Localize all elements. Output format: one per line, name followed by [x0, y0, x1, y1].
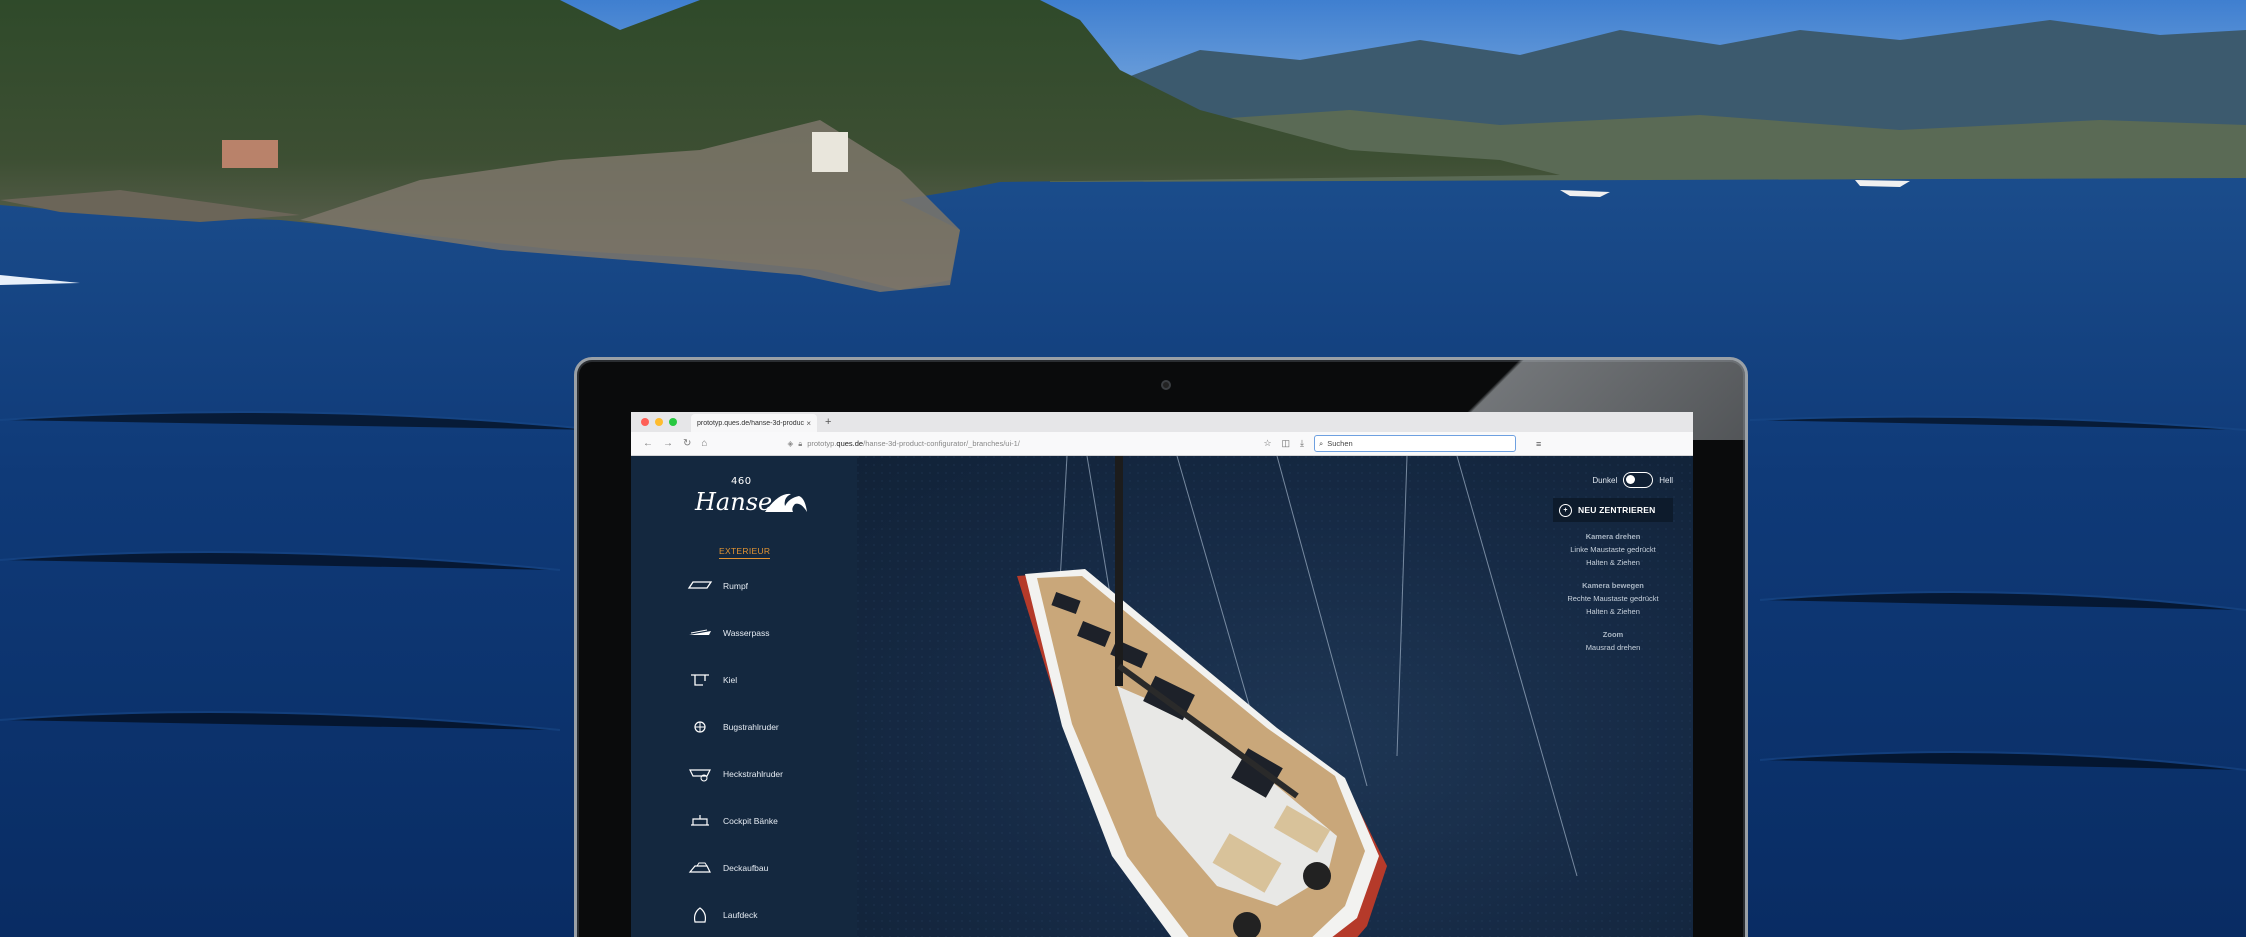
sidebar-item[interactable]: Bugstrahlruder	[687, 719, 779, 735]
url-text: prototyp.ques.de/hanse-3d-product-config…	[807, 439, 1020, 448]
stern-thruster-icon	[687, 766, 713, 782]
address-bar[interactable]: ◈ 🔒︎ prototyp.ques.de/hanse-3d-product-c…	[787, 439, 1257, 449]
sidebar-item-label: Kiel	[723, 675, 738, 685]
help-line: Linke Maustaste gedrückt	[1570, 545, 1656, 554]
waterline-icon	[687, 625, 713, 641]
logo-wordmark: Hanse	[695, 488, 773, 516]
bow-thruster-icon	[687, 719, 713, 735]
back-icon[interactable]: ←	[643, 438, 653, 449]
sidebar-item[interactable]: Cockpit Bänke	[687, 813, 778, 829]
search-icon: ⌕	[1319, 438, 1324, 448]
section-exterieur[interactable]: EXTERIEUR	[719, 546, 770, 559]
help-title: Zoom	[1602, 630, 1624, 639]
browser-tab[interactable]: prototyp.ques.de/hanse-3d-produc ×	[691, 414, 817, 432]
deck-structure-icon	[687, 860, 713, 876]
laptop-screen: prototyp.ques.de/hanse-3d-produc × + ← →…	[631, 412, 1693, 937]
browser-toolbar: ← → ↻ ⌂ ◈ 🔒︎ prototyp.ques.de/hanse-3d-p…	[631, 432, 1693, 456]
laptop-frame: prototyp.ques.de/hanse-3d-produc × + ← →…	[574, 357, 1748, 937]
keel-icon	[687, 672, 713, 688]
configurator-app: 460 Hanse EXTERIEUR Rumpf Wasserpass Kiel B…	[631, 456, 1693, 937]
sidebar-item[interactable]: Laufdeck	[687, 907, 758, 923]
hamburger-menu-icon[interactable]: ≡	[1536, 439, 1541, 449]
sidebar-item-label: Laufdeck	[723, 910, 758, 920]
help-line: Mausrad drehen	[1585, 643, 1641, 652]
help-line: Halten & Ziehen	[1586, 607, 1640, 616]
tab-close-icon[interactable]: ×	[806, 419, 811, 428]
hull-icon	[687, 578, 713, 594]
sidebar-item-label: Bugstrahlruder	[723, 722, 779, 732]
sidebar-item-label: Deckaufbau	[723, 863, 769, 873]
close-window-icon[interactable]	[641, 418, 649, 426]
sidebar-item[interactable]: Rumpf	[687, 578, 748, 594]
search-placeholder: Suchen	[1327, 439, 1353, 448]
help-line: Rechte Maustaste gedrückt	[1567, 594, 1659, 603]
shield-icon: ◈	[787, 439, 794, 448]
model-number: 460	[731, 476, 752, 487]
theme-switch[interactable]	[1623, 472, 1654, 488]
crosshair-icon: +	[1559, 503, 1572, 517]
help-line: Halten & Ziehen	[1586, 558, 1640, 567]
camera-help: Kamera drehen Linke Maustaste gedrückt H…	[1553, 530, 1673, 654]
bookmark-star-icon[interactable]: ☆	[1263, 438, 1271, 449]
sidebar-item-label: Cockpit Bänke	[723, 816, 778, 826]
cockpit-bench-icon	[687, 813, 713, 829]
help-title: Kamera bewegen	[1582, 581, 1644, 590]
download-icon[interactable]: ⤓	[1300, 438, 1304, 449]
page-stage: prototyp.ques.de/hanse-3d-produc × + ← →…	[0, 0, 2246, 937]
pocket-icon[interactable]: ◫	[1282, 438, 1291, 449]
window-controls	[641, 418, 677, 426]
theme-dark-label: Dunkel	[1592, 475, 1618, 485]
help-title: Kamera drehen	[1585, 532, 1641, 541]
recenter-button[interactable]: + NEU ZENTRIEREN	[1553, 498, 1673, 522]
webcam-icon	[1161, 380, 1171, 390]
forward-icon[interactable]: →	[663, 438, 673, 449]
minimize-window-icon[interactable]	[655, 418, 663, 426]
sidebar-item[interactable]: Heckstrahlruder	[687, 766, 783, 782]
sidebar-item[interactable]: Kiel	[687, 672, 737, 688]
theme-light-label: Hell	[1659, 475, 1673, 485]
sidebar-item-label: Rumpf	[723, 581, 749, 591]
walk-deck-icon	[687, 907, 713, 923]
new-tab-button[interactable]: +	[825, 416, 831, 428]
sidebar-item-label: Wasserpass	[723, 628, 770, 638]
viewer-controls: Dunkel Hell + NEU ZENTRIEREN Kamera dreh…	[1553, 472, 1673, 654]
search-input[interactable]: ⌕ Suchen	[1314, 435, 1517, 452]
sidebar-item-label: Heckstrahlruder	[723, 769, 783, 779]
home-icon[interactable]: ⌂	[701, 438, 707, 449]
reload-icon[interactable]: ↻	[683, 438, 691, 449]
theme-toggle: Dunkel Hell	[1553, 472, 1673, 488]
3d-viewport[interactable]: Dunkel Hell + NEU ZENTRIEREN Kamera dreh…	[857, 456, 1693, 937]
sidebar-item[interactable]: Deckaufbau	[687, 860, 768, 876]
sidebar-item[interactable]: Wasserpass	[687, 625, 769, 641]
sidebar: 460 Hanse EXTERIEUR Rumpf Wasserpass Kiel B…	[631, 456, 857, 937]
lock-icon: 🔒︎	[798, 438, 803, 448]
tab-title: prototyp.ques.de/hanse-3d-produc	[697, 419, 805, 427]
maximize-window-icon[interactable]	[669, 418, 677, 426]
recenter-label: NEU ZENTRIEREN	[1578, 505, 1656, 515]
wave-logo-icon	[765, 493, 807, 512]
browser-tab-bar: prototyp.ques.de/hanse-3d-produc × +	[631, 412, 1693, 432]
